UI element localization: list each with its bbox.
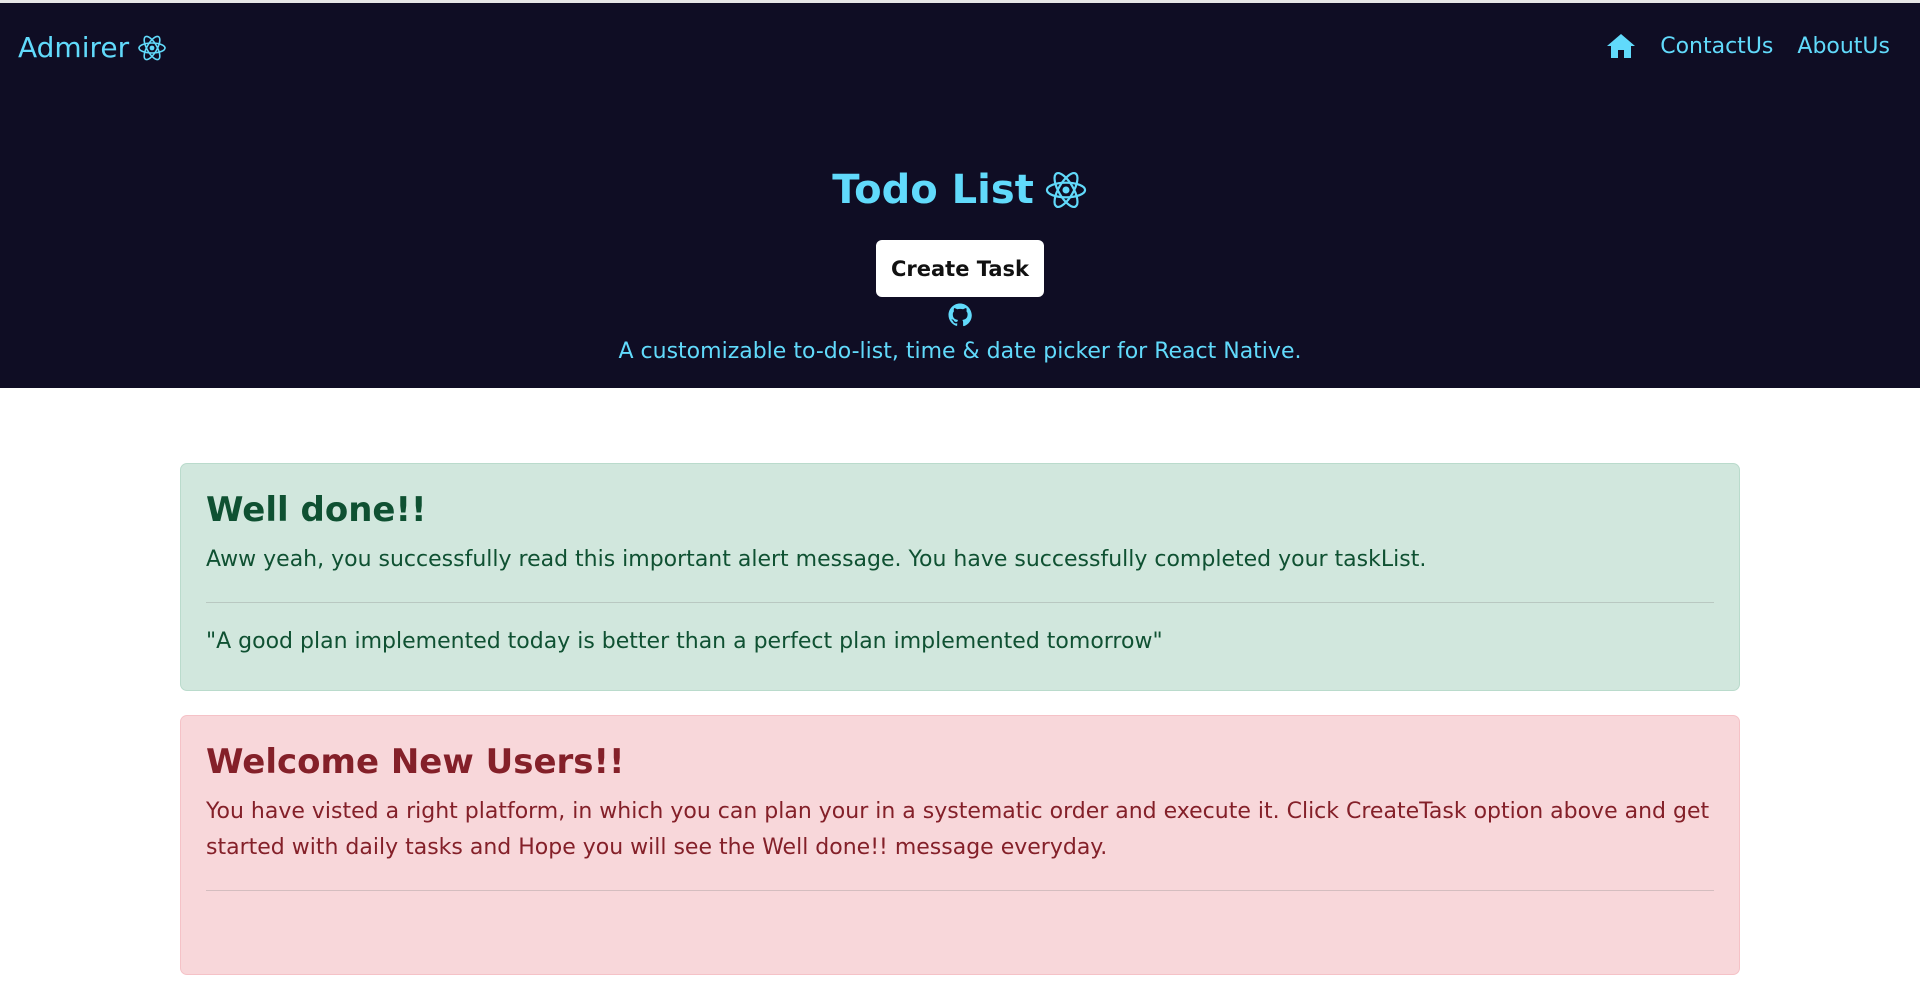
hero-header: Admirer ContactUs AboutUs Todo List Crea… bbox=[0, 3, 1920, 388]
success-alert: Well done!! Aww yeah, you successfully r… bbox=[180, 463, 1740, 691]
nav-aboutus[interactable]: AboutUs bbox=[1797, 34, 1890, 59]
main-content: Well done!! Aww yeah, you successfully r… bbox=[180, 463, 1740, 999]
success-alert-divider bbox=[206, 602, 1714, 603]
react-atom-icon bbox=[137, 33, 167, 63]
home-link[interactable] bbox=[1606, 33, 1636, 59]
welcome-alert: Welcome New Users!! You have visted a ri… bbox=[180, 715, 1740, 975]
page-title: Todo List bbox=[0, 167, 1920, 213]
create-task-button[interactable]: Create Task bbox=[876, 240, 1044, 297]
nav-links: ContactUs AboutUs bbox=[1606, 33, 1890, 59]
hero-subtitle: A customizable to-do-list, time & date p… bbox=[618, 339, 1302, 364]
brand-link[interactable]: Admirer bbox=[18, 31, 167, 64]
welcome-alert-divider bbox=[206, 890, 1714, 891]
react-atom-icon bbox=[1044, 168, 1088, 212]
github-icon bbox=[948, 303, 972, 327]
brand-name: Admirer bbox=[18, 31, 130, 64]
github-link[interactable] bbox=[948, 303, 972, 327]
navbar: Admirer ContactUs AboutUs bbox=[0, 3, 1920, 93]
success-alert-heading: Well done!! bbox=[206, 490, 427, 530]
home-icon bbox=[1606, 33, 1636, 59]
success-alert-text: Aww yeah, you successfully read this imp… bbox=[206, 547, 1427, 572]
welcome-alert-heading: Welcome New Users!! bbox=[206, 742, 625, 782]
welcome-alert-text: You have visted a right platform, in whi… bbox=[206, 799, 1710, 860]
success-alert-quote: "A good plan implemented today is better… bbox=[206, 629, 1163, 654]
page-title-text: Todo List bbox=[832, 167, 1034, 213]
nav-contactus[interactable]: ContactUs bbox=[1660, 34, 1773, 59]
